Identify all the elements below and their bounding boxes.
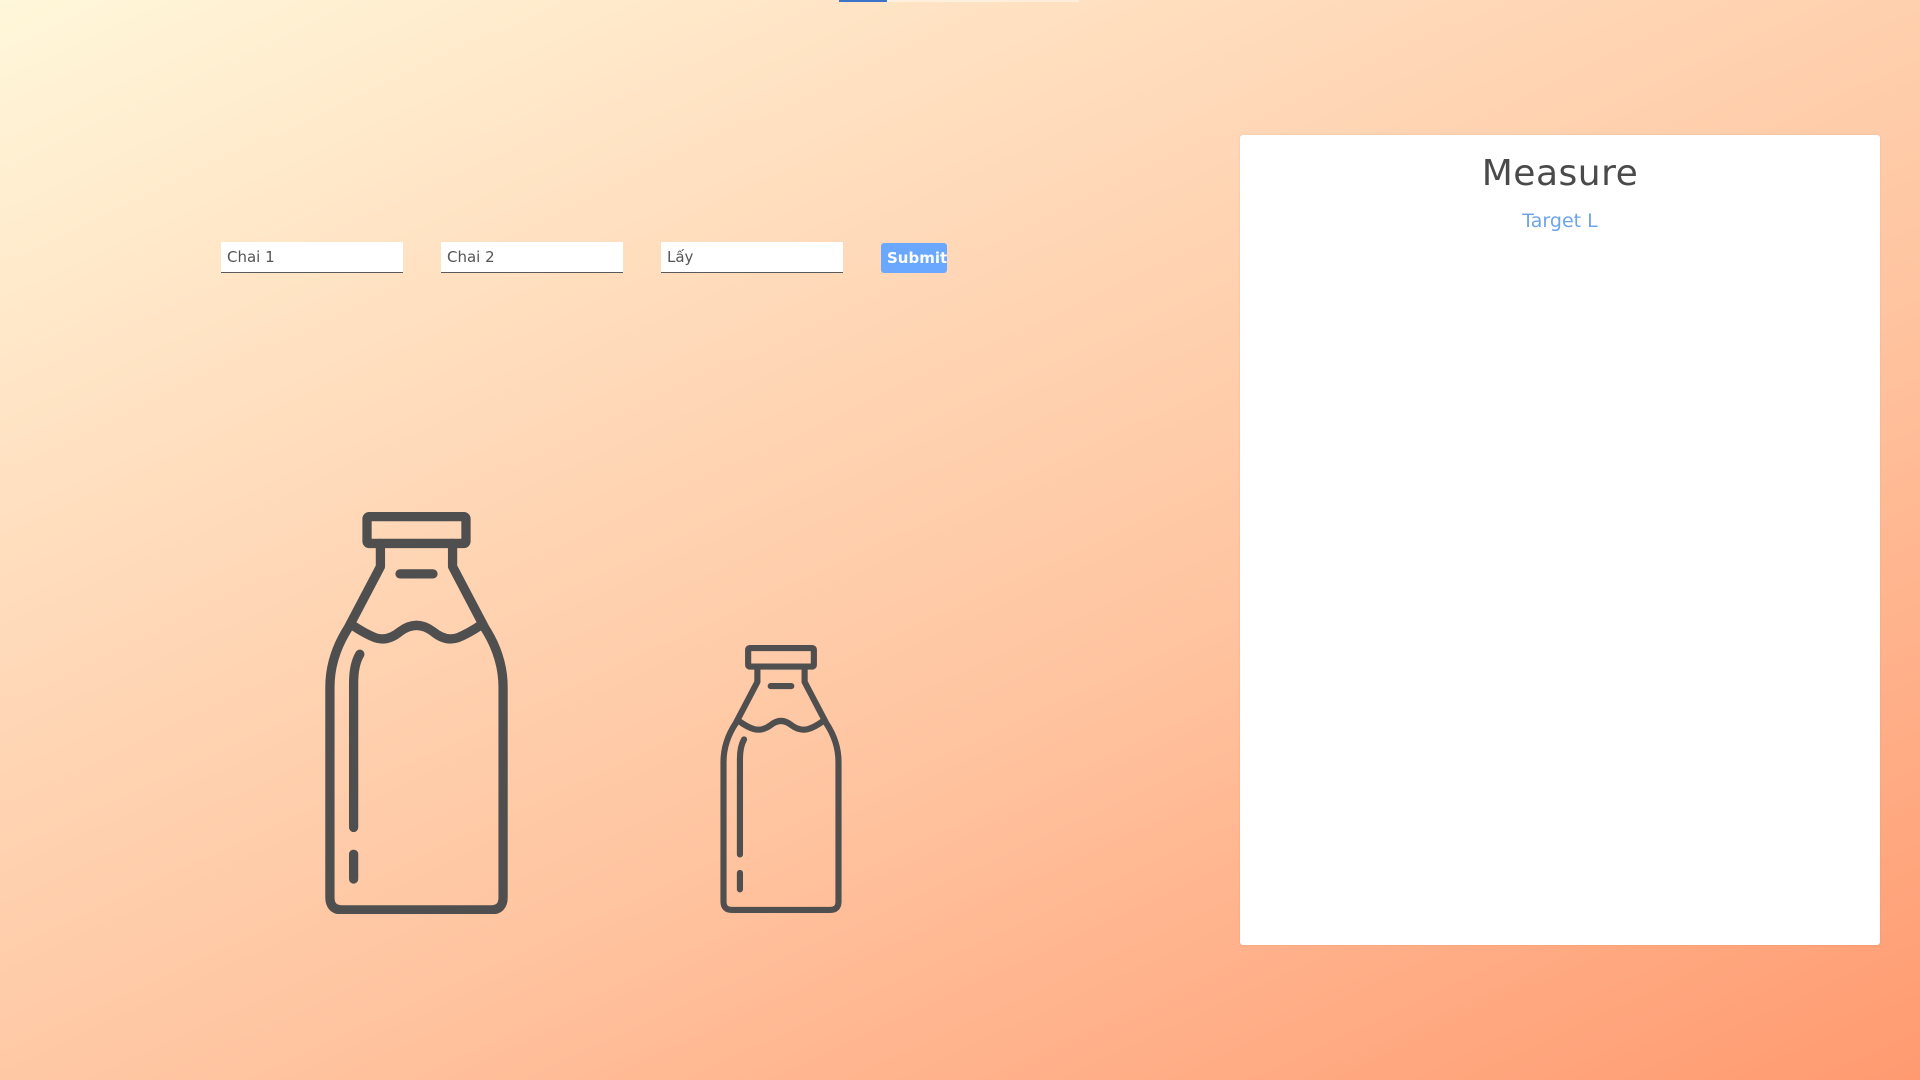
- milk-bottle-icon: [720, 645, 842, 913]
- bottle-1-capacity-input[interactable]: [221, 242, 403, 273]
- milk-bottle-icon: [325, 512, 508, 914]
- measure-panel: Measure Target L: [1240, 135, 1880, 945]
- target-label: Target L: [1522, 210, 1598, 232]
- target-amount-input[interactable]: [661, 242, 843, 273]
- top-progress-active-segment: [839, 0, 887, 2]
- bottle-2-capacity-input[interactable]: [441, 242, 623, 273]
- top-progress-indicator: [839, 0, 1079, 2]
- panel-title: Measure: [1481, 153, 1639, 194]
- submit-button[interactable]: Submit: [881, 243, 947, 273]
